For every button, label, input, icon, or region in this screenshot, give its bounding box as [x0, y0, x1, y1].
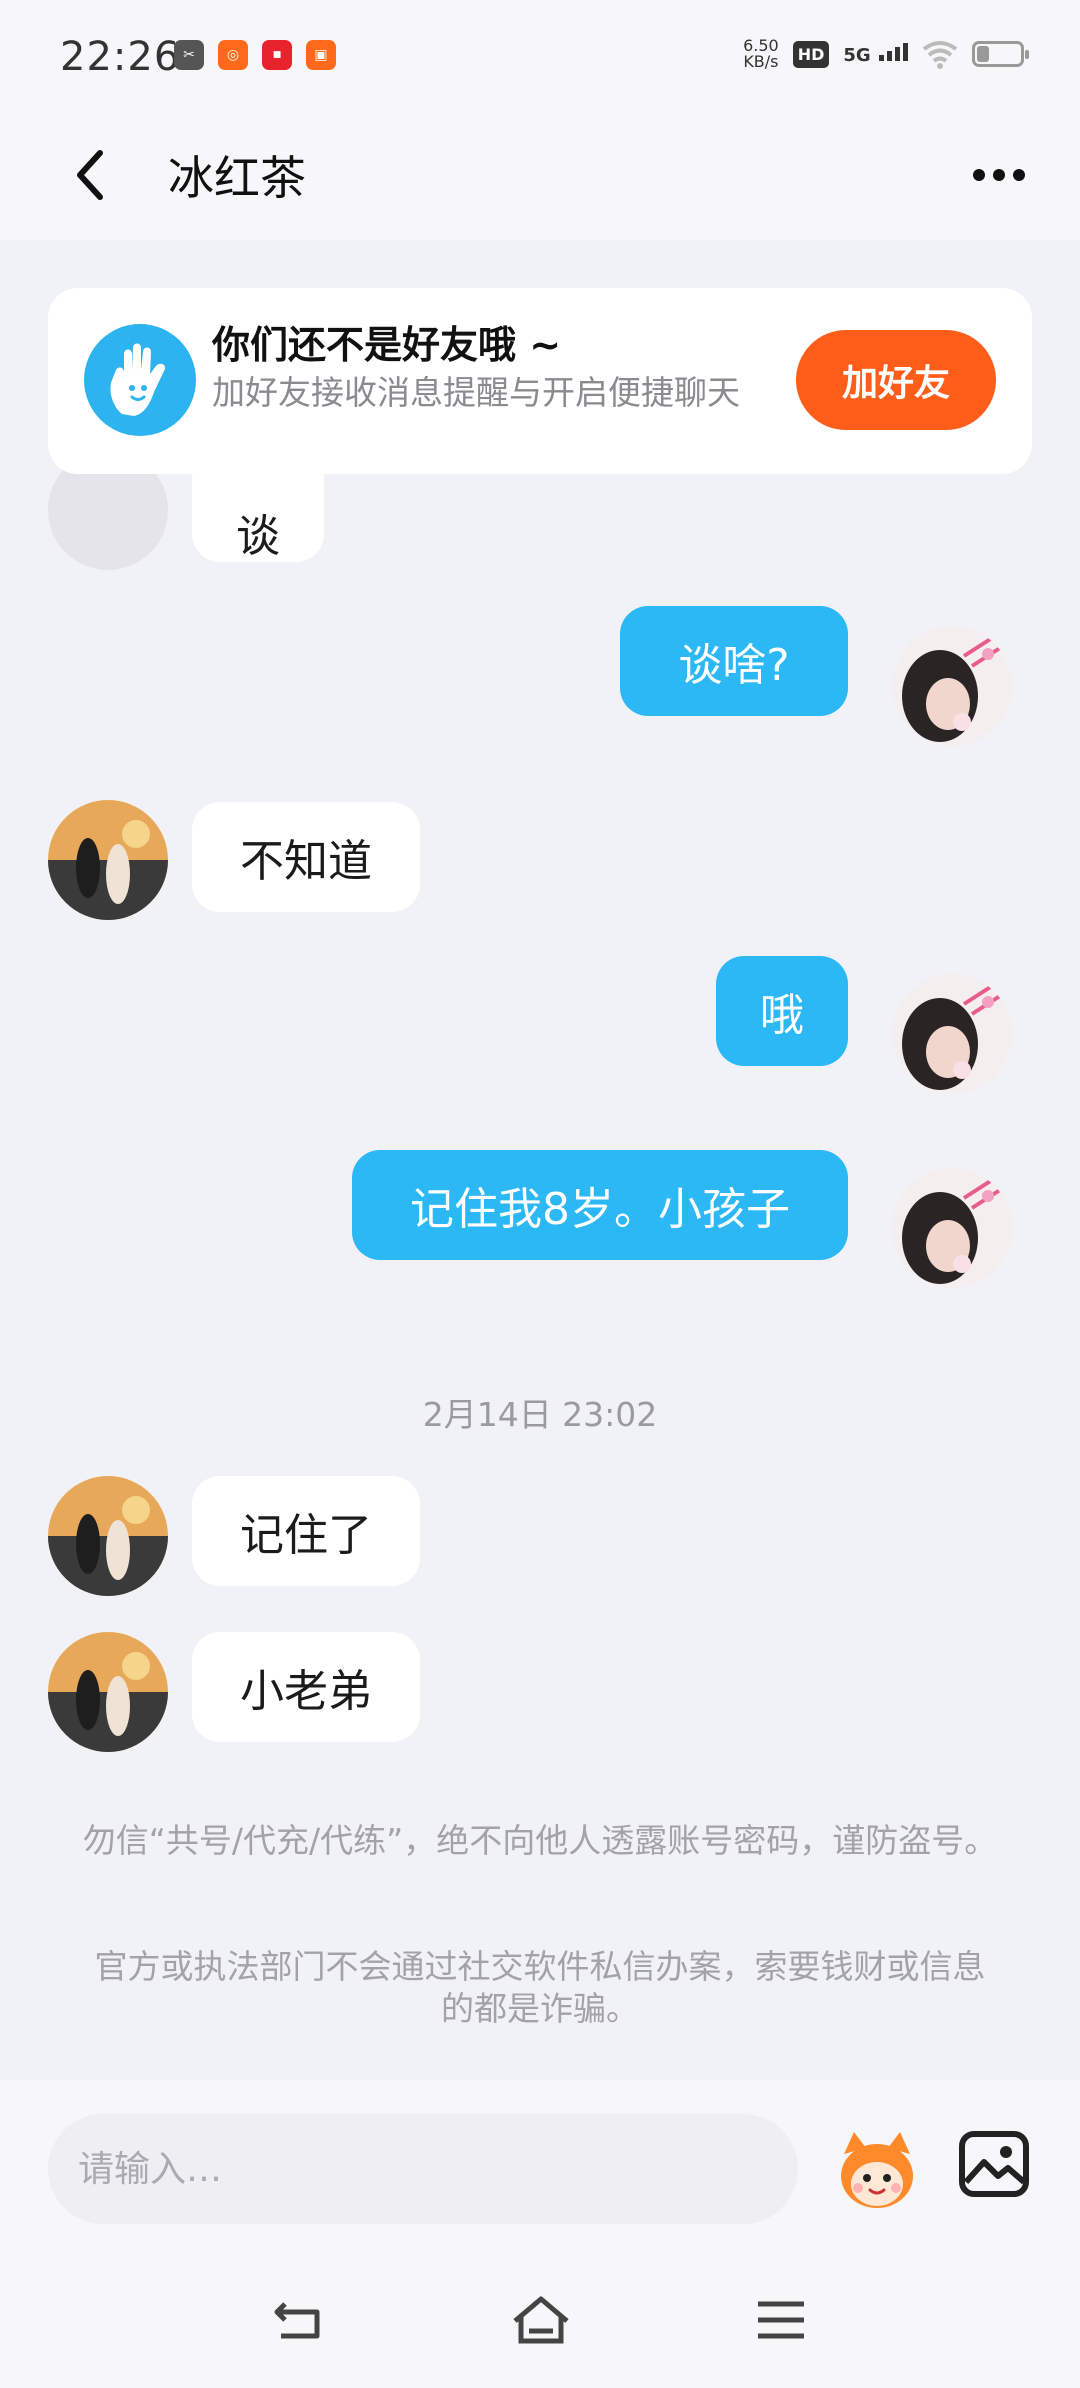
nav-home-button[interactable] — [506, 2290, 576, 2350]
message-bubble-outgoing[interactable]: 哦 — [716, 956, 848, 1066]
nav-menu-button[interactable] — [746, 2290, 816, 2350]
my-avatar[interactable] — [892, 974, 1012, 1094]
app-notification-icon: ■ — [262, 40, 292, 70]
contact-avatar[interactable] — [48, 1476, 168, 1596]
message-bubble-outgoing[interactable]: 谈啥? — [620, 606, 848, 716]
more-dot-icon — [973, 169, 985, 181]
nav-menu-icon — [758, 2301, 804, 2339]
image-button[interactable] — [956, 2126, 1032, 2202]
status-time: 22:26 — [60, 34, 181, 80]
app-notification-icon: ▣ — [306, 40, 336, 70]
input-bar — [0, 2080, 1080, 2260]
banner-title: 你们还不是好友哦 ~ — [212, 323, 562, 367]
chat-header: 冰红茶 — [0, 110, 1080, 240]
notification-icons: ✂ ◎ ■ ▣ — [174, 40, 336, 70]
back-button[interactable] — [60, 140, 120, 210]
hd-icon: HD — [792, 40, 830, 68]
network-speed-unit: KB/s — [743, 52, 779, 71]
nav-back-button[interactable] — [264, 2290, 334, 2350]
app-notification-icon: ✂ — [174, 40, 204, 70]
status-indicators: 6.50 KB/s HD 5G — [743, 38, 1029, 70]
message-bubble-outgoing[interactable]: 记住我8岁。小孩子 — [352, 1150, 848, 1260]
cellular-signal-icon: 5G — [843, 42, 908, 66]
network-type: 5G — [843, 44, 871, 66]
emoji-button[interactable] — [832, 2124, 922, 2214]
mascot-emoji-icon — [841, 2132, 913, 2208]
message-bubble-incoming[interactable]: 不知道 — [192, 802, 420, 912]
my-avatar[interactable] — [892, 1168, 1012, 1288]
app-notification-icon: ◎ — [218, 40, 248, 70]
contact-avatar[interactable] — [48, 800, 168, 920]
more-dot-icon — [1013, 169, 1025, 181]
contact-avatar[interactable] — [48, 1632, 168, 1752]
back-arrow-icon — [77, 150, 103, 200]
message-bubble-incoming[interactable]: 记住了 — [192, 1476, 420, 1586]
hand-wave-icon — [84, 324, 196, 436]
not-friend-banner: 你们还不是好友哦 ~ 加好友接收消息提醒与开启便捷聊天 加好友 — [48, 288, 1032, 474]
my-avatar[interactable] — [892, 626, 1012, 746]
safety-notice: 官方或执法部门不会通过社交软件私信办案，索要钱财或信息的都是诈骗。 — [94, 1947, 986, 2028]
system-nav-bar — [0, 2260, 1080, 2388]
battery-icon — [972, 41, 1029, 67]
more-options-button[interactable] — [964, 150, 1034, 200]
safety-notice: 勿信“共号/代充/代练”，绝不向他人透露账号密码，谨防盗号。 — [82, 1821, 998, 1860]
message-bubble-incoming[interactable]: 小老弟 — [192, 1632, 420, 1742]
wifi-icon — [922, 41, 958, 69]
page-title: 冰红茶 — [168, 151, 306, 205]
add-friend-button[interactable]: 加好友 — [796, 330, 996, 430]
message-timestamp: 2月14日 23:02 — [422, 1395, 658, 1434]
banner-subtitle: 加好友接收消息提醒与开启便捷聊天 — [212, 373, 740, 412]
nav-back-icon — [274, 2302, 320, 2339]
network-speed: 6.50 KB/s — [743, 38, 779, 70]
message-input[interactable] — [48, 2114, 798, 2224]
image-icon — [959, 2131, 1029, 2197]
nav-home-icon — [513, 2296, 569, 2344]
more-dot-icon — [993, 169, 1005, 181]
status-bar: 22:26 ✂ ◎ ■ ▣ 6.50 KB/s HD 5G — [0, 0, 1080, 110]
battery-level — [977, 46, 989, 62]
